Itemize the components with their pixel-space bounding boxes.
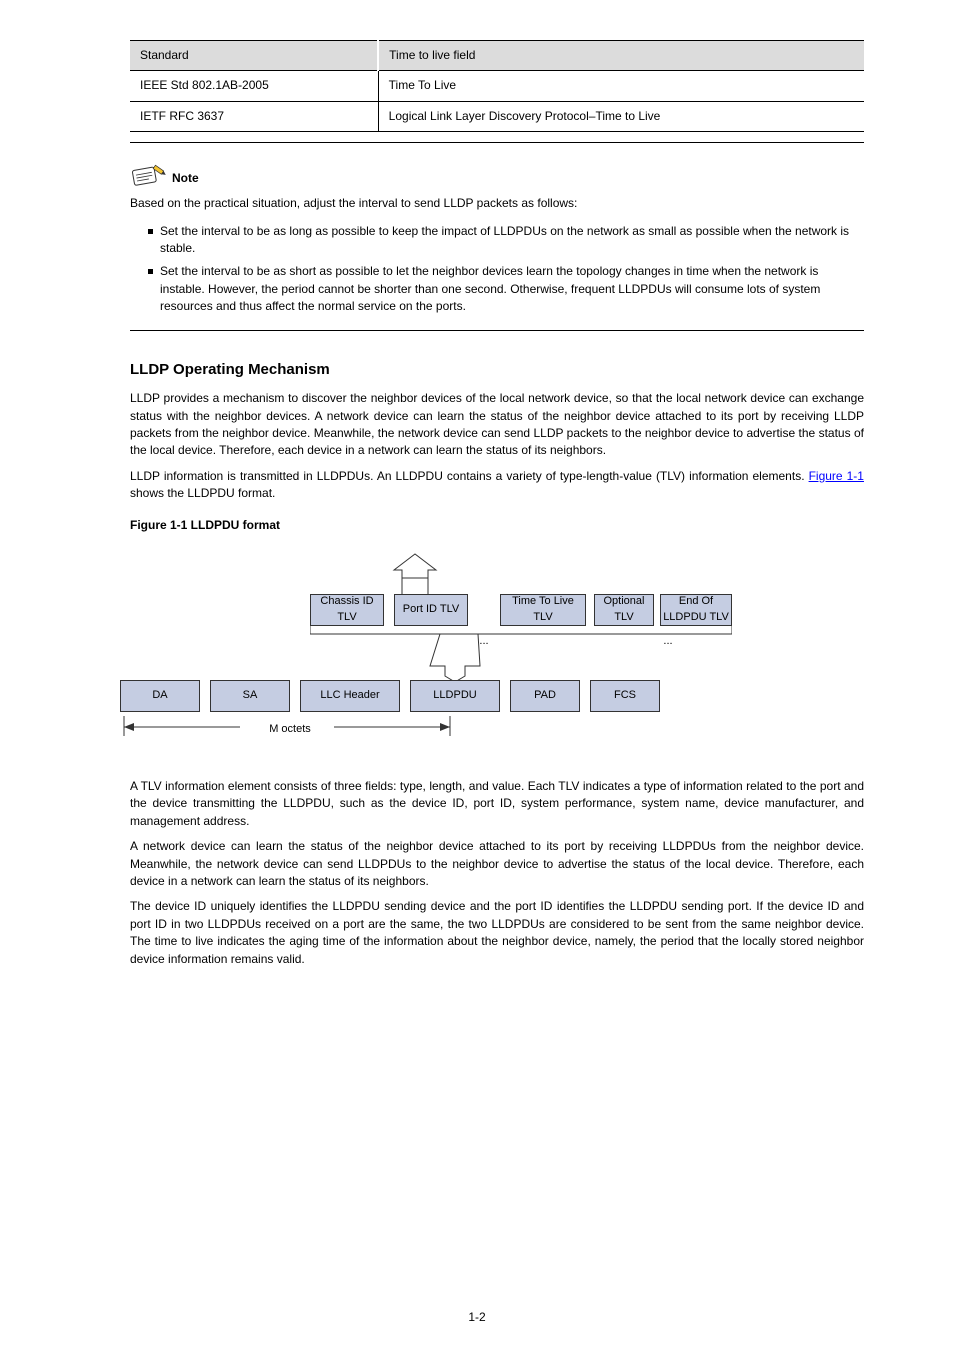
body-paragraph: LLDP provides a mechanism to discover th…: [130, 390, 864, 460]
col-header-ttl: Time to live field: [378, 41, 864, 71]
page-number: 1-2: [0, 1309, 954, 1326]
body-paragraph: The device ID uniquely identifies the LL…: [130, 898, 864, 968]
frame-box-fcs: FCS: [590, 680, 660, 712]
figure-caption: Figure 1-1 LLDPDU format: [130, 517, 864, 534]
cell-standard: IEEE Std 802.1AB-2005: [130, 71, 378, 101]
table-row: IETF RFC 3637 Logical Link Layer Discove…: [130, 101, 864, 131]
section-heading: LLDP Operating Mechanism: [130, 359, 864, 381]
m-octets-label: M octets: [250, 722, 330, 738]
tlv-box-optional: Optional TLV: [594, 594, 654, 626]
tlv-box-chassis: Chassis ID TLV: [310, 594, 384, 626]
note-bullet: Set the interval to be as long as possib…: [148, 223, 864, 258]
standards-table: Standard Time to live field IEEE Std 802…: [130, 40, 864, 132]
note-bullet: Set the interval to be as short as possi…: [148, 263, 864, 315]
note-block: Note Based on the practical situation, a…: [130, 161, 864, 315]
divider: [130, 330, 864, 331]
note-bullets: Set the interval to be as long as possib…: [148, 223, 864, 316]
note-label: Note: [172, 170, 199, 187]
frame-box-llc: LLC Header: [300, 680, 400, 712]
table-header-row: Standard Time to live field: [130, 41, 864, 71]
col-header-standard: Standard: [130, 41, 378, 71]
figure-crossref[interactable]: Figure 1-1: [809, 469, 864, 483]
up-arrow-icon: [384, 550, 446, 594]
frame-box-pad: PAD: [510, 680, 580, 712]
cell-ttl: Logical Link Layer Discovery Protocol–Ti…: [378, 101, 864, 131]
frame-box-lldpdu: LLDPDU: [410, 680, 500, 712]
lldpdu-format-diagram: Chassis ID TLV Port ID TLV Time To Live …: [120, 540, 730, 770]
down-arrow-icon: [310, 626, 732, 682]
note-intro: Based on the practical situation, adjust…: [130, 195, 864, 212]
cell-ttl: Time To Live: [378, 71, 864, 101]
frame-box-da: DA: [120, 680, 200, 712]
table-row: IEEE Std 802.1AB-2005 Time To Live: [130, 71, 864, 101]
cell-standard: IETF RFC 3637: [130, 101, 378, 131]
body-paragraph: A TLV information element consists of th…: [130, 778, 864, 830]
tlv-box-end: End Of LLDPDU TLV: [660, 594, 732, 626]
body-paragraph: LLDP information is transmitted in LLDPD…: [130, 468, 864, 503]
body-paragraph: A network device can learn the status of…: [130, 838, 864, 890]
tlv-box-ttl: Time To Live TLV: [500, 594, 586, 626]
divider: [130, 142, 864, 143]
tlv-box-port: Port ID TLV: [394, 594, 468, 626]
note-icon: [130, 161, 166, 187]
frame-box-sa: SA: [210, 680, 290, 712]
